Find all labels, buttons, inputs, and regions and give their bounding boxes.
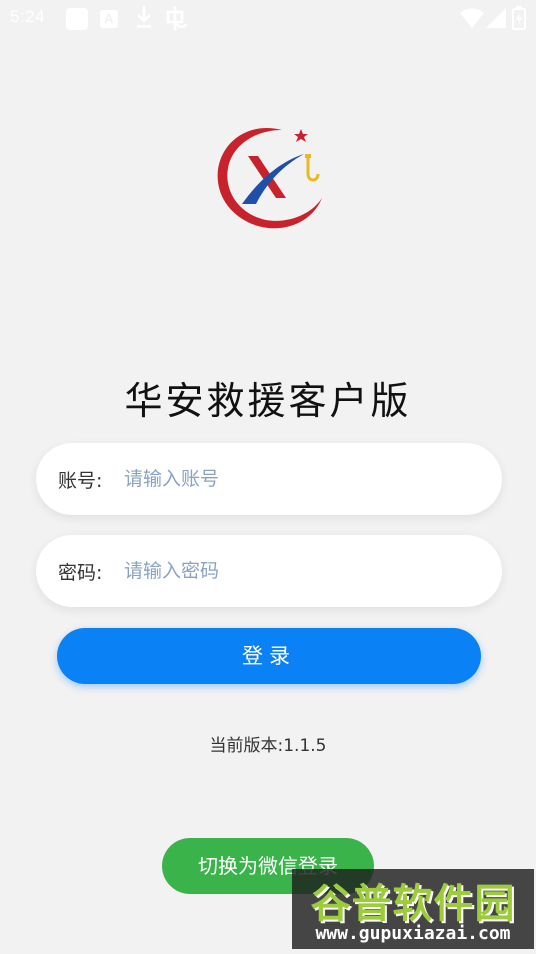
login-button[interactable]: 登录 [57, 628, 481, 684]
watermark-title: 谷普软件园 [310, 881, 516, 927]
status-bar: 5:24 [0, 0, 536, 36]
account-field[interactable]: 账号: [36, 443, 502, 515]
password-field[interactable]: 密码: [36, 535, 502, 607]
wifi-icon [460, 8, 484, 32]
signal-icon [486, 8, 506, 32]
password-label: 密码: [58, 562, 103, 584]
watermark: 谷普软件园 www.gupuxiazai.com [292, 869, 534, 949]
battery-icon [512, 6, 526, 34]
status-time: 5:24 [10, 7, 46, 26]
watermark-url: www.gupuxiazai.com [315, 923, 511, 944]
account-input[interactable] [124, 461, 484, 497]
a-icon [100, 10, 118, 28]
version-text: 当前版本:1.1.5 [209, 736, 327, 756]
password-input[interactable] [124, 553, 484, 589]
company-logo-x-icon [217, 128, 322, 229]
bug-icon [162, 4, 188, 36]
account-label: 账号: [58, 470, 103, 492]
app-title: 华安救援客户版 [124, 379, 412, 423]
app-square-icon [66, 8, 88, 30]
download-icon [134, 4, 154, 34]
company-logo [212, 120, 328, 238]
